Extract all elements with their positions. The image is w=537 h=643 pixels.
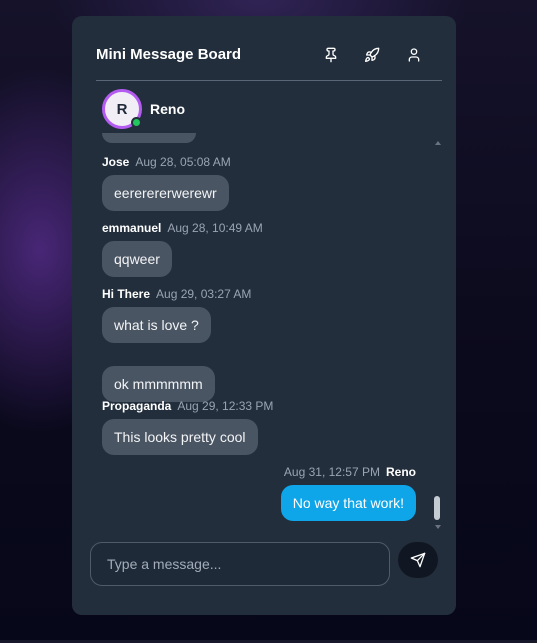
message-input[interactable] — [91, 543, 389, 585]
message-bubble-own: No way that work! — [280, 485, 416, 521]
message-time: Aug 28, 10:49 AM — [167, 221, 263, 235]
user-icon[interactable] — [403, 44, 425, 66]
message-time: Aug 29, 03:27 AM — [156, 287, 252, 301]
message-bubble: eererererwerewr — [102, 175, 229, 211]
send-icon — [410, 552, 426, 568]
current-user-name: Reno — [150, 101, 185, 117]
message-meta: Jose Aug 28, 05:08 AM — [102, 153, 231, 169]
scrollbar-down-arrow[interactable] — [435, 525, 441, 529]
message-item: Jose Aug 28, 05:08 AM eererererwerewr — [102, 153, 231, 211]
scrollbar-thumb[interactable] — [434, 496, 440, 520]
message-sender: Reno — [386, 465, 416, 479]
scrollbar-up-arrow[interactable] — [435, 141, 441, 145]
message-sender: Propaganda — [102, 399, 172, 413]
message-item-own: Aug 31, 12:57 PM Reno No way that work! — [280, 463, 416, 521]
message-bubble: what is love ? — [102, 307, 211, 343]
message-list[interactable]: Jose Aug 28, 05:08 AM eererererwerewr emm… — [72, 133, 456, 531]
header: Mini Message Board — [72, 16, 456, 80]
message-meta: Hi There Aug 29, 03:27 AM — [102, 285, 251, 301]
message-bubble: This looks pretty cool — [102, 419, 258, 455]
message-input-wrapper — [90, 542, 390, 586]
online-status-dot — [131, 117, 142, 128]
message-meta: Aug 31, 12:57 PM Reno — [281, 463, 416, 479]
message-meta: emmanuel Aug 28, 10:49 AM — [102, 219, 263, 235]
message-sender: Jose — [102, 155, 130, 169]
app-title: Mini Message Board — [96, 46, 242, 63]
header-divider — [96, 80, 442, 81]
message-item: Hi There Aug 29, 03:27 AM what is love ? — [102, 285, 251, 343]
message-time: Aug 29, 12:33 PM — [177, 399, 274, 413]
rocket-icon[interactable] — [361, 44, 383, 66]
message-bubble-partial — [102, 133, 196, 143]
message-time: Aug 31, 12:57 PM — [283, 465, 380, 479]
message-time: Aug 28, 05:08 AM — [135, 155, 231, 169]
pin-icon[interactable] — [320, 44, 342, 66]
message-item: Propaganda Aug 29, 12:33 PM This looks pr… — [102, 397, 273, 455]
message-board-card: Mini Message Board R Reno Jose Aug 28, 0… — [72, 16, 456, 615]
send-button[interactable] — [398, 542, 438, 578]
message-sender: Hi There — [102, 287, 151, 301]
message-sender: emmanuel — [102, 221, 162, 235]
message-bubble: qqweer — [102, 241, 172, 277]
message-meta: Propaganda Aug 29, 12:33 PM — [102, 397, 273, 413]
message-item: emmanuel Aug 28, 10:49 AM qqweer — [102, 219, 263, 277]
